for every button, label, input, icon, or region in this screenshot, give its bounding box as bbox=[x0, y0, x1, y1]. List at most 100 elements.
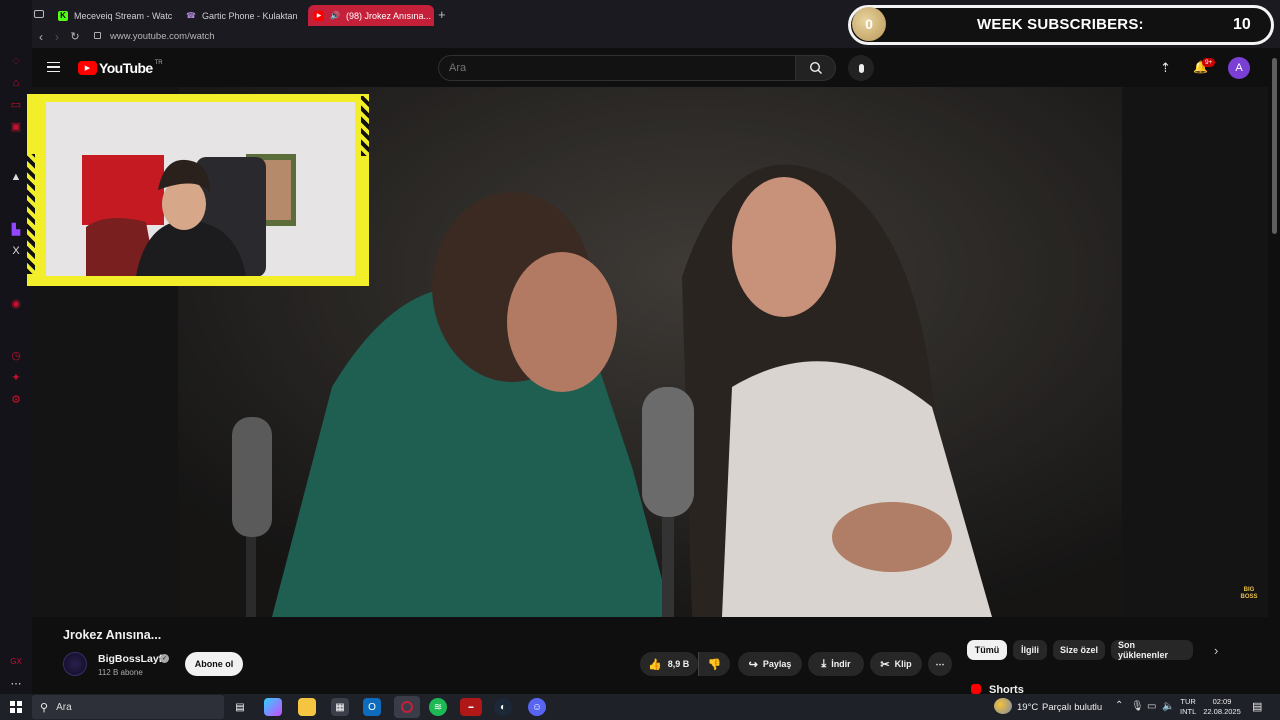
file-explorer-icon[interactable] bbox=[298, 698, 316, 716]
filter-chip-recent[interactable]: Son yüklenenler bbox=[1111, 640, 1193, 660]
weather-description[interactable]: Parçalı bulutlu bbox=[1042, 702, 1102, 713]
page-scrollbar[interactable] bbox=[1272, 58, 1277, 234]
tab-label: (98) Jrokez Anısına... bbox=[346, 10, 432, 21]
tab-kick-stream[interactable]: K Meceveiq Stream - Watch bbox=[52, 5, 172, 26]
share-label: Paylaş bbox=[762, 659, 792, 669]
webcam-image bbox=[82, 154, 296, 276]
outlook-icon[interactable]: O bbox=[363, 698, 381, 716]
sidebar-aria-icon[interactable]: ▲ bbox=[9, 170, 23, 184]
sidebar-history-icon[interactable]: ◷ bbox=[9, 348, 23, 362]
video-title: Jrokez Anısına... bbox=[63, 628, 162, 642]
copilot-icon[interactable] bbox=[264, 698, 282, 716]
tab-search-icon[interactable] bbox=[34, 10, 44, 18]
lock-icon bbox=[94, 32, 101, 39]
share-button[interactable]: ↪ Paylaş bbox=[738, 652, 802, 676]
volume-icon[interactable]: 🔈 bbox=[1162, 701, 1174, 712]
dislike-button[interactable]: 👎 bbox=[698, 652, 730, 676]
chevron-right-icon[interactable]: › bbox=[1214, 643, 1218, 658]
like-button[interactable]: 👍 8,9 B bbox=[640, 652, 698, 676]
channel-watermark: BIG BOSS bbox=[1240, 587, 1258, 600]
subscriber-count: 10 bbox=[1233, 16, 1251, 33]
download-label: İndir bbox=[831, 659, 851, 669]
sidebar-x-icon[interactable]: X bbox=[9, 244, 23, 258]
filter-chip-all[interactable]: Tümü bbox=[967, 640, 1007, 660]
youtube-logo-text: YouTube bbox=[99, 60, 153, 76]
clock[interactable]: 02:09 22.08.2025 bbox=[1202, 697, 1242, 717]
like-count: 8,9 B bbox=[667, 659, 690, 669]
weather-temp[interactable]: 19°C bbox=[1017, 702, 1038, 713]
sidebar-dot-icon[interactable]: ◌ bbox=[9, 54, 23, 68]
sidebar-more-icon[interactable]: ⋯ bbox=[9, 676, 23, 690]
kick-icon: K bbox=[58, 10, 68, 21]
discord-icon[interactable]: ☺ bbox=[528, 698, 546, 716]
download-icon: ⤓ bbox=[821, 657, 827, 670]
sidebar-bag-icon[interactable]: ⌂ bbox=[9, 76, 23, 90]
spotify-icon[interactable]: ≋ bbox=[429, 698, 447, 716]
channel-avatar[interactable] bbox=[63, 652, 87, 676]
opera-gx-taskbar-icon[interactable] bbox=[394, 696, 420, 718]
tab-youtube-video[interactable]: ▶ 🔊 (98) Jrokez Anısına... bbox=[308, 5, 434, 26]
streamer-app-icon[interactable]: ▬ bbox=[460, 698, 482, 716]
share-icon: ↪ bbox=[748, 658, 758, 671]
scissors-icon: ✂ bbox=[880, 658, 890, 671]
time: 02:09 bbox=[1212, 697, 1232, 706]
thumbs-down-icon: 👎 bbox=[707, 658, 722, 671]
more-actions-button[interactable]: ⋯ bbox=[928, 652, 952, 676]
avatar[interactable]: A bbox=[1228, 57, 1250, 79]
subscriber-title: WEEK SUBSCRIBERS: bbox=[977, 16, 1144, 33]
new-tab-button[interactable]: + bbox=[438, 7, 446, 22]
webcam-overlay bbox=[27, 94, 369, 286]
language-indicator[interactable]: TUR INTL bbox=[1180, 697, 1196, 717]
webcam-stripe-right bbox=[361, 96, 369, 156]
youtube-logo[interactable]: ▶ YouTube TR bbox=[78, 60, 163, 76]
voice-search-button[interactable] bbox=[848, 55, 874, 81]
phone-icon: ☎ bbox=[186, 11, 196, 20]
tray-chevron-icon[interactable]: ⌃ bbox=[1115, 700, 1123, 711]
subscribe-button[interactable]: Abone ol bbox=[185, 652, 243, 676]
store-icon[interactable]: ▦ bbox=[331, 698, 349, 716]
verified-icon: ✓ bbox=[160, 654, 169, 663]
taskbar-search[interactable]: ⚲ Ara bbox=[32, 695, 224, 719]
language-code: TUR bbox=[1180, 697, 1196, 706]
search-button[interactable] bbox=[796, 55, 836, 81]
shorts-icon bbox=[971, 684, 981, 694]
back-icon[interactable]: ‹ bbox=[34, 30, 48, 44]
sidebar-extensions-icon[interactable]: ✦ bbox=[9, 370, 23, 384]
subscriber-goal-bar: WEEK SUBSCRIBERS: 10 bbox=[848, 5, 1274, 45]
mic-tray-icon[interactable]: 🎙 bbox=[1131, 701, 1144, 712]
date: 22.08.2025 bbox=[1203, 707, 1241, 716]
task-view-icon[interactable]: ▤ bbox=[231, 698, 249, 716]
youtube-logo-icon: ▶ bbox=[78, 61, 97, 75]
channel-name[interactable]: BigBossLayf bbox=[98, 653, 162, 665]
search-input[interactable] bbox=[438, 55, 796, 81]
forward-icon[interactable]: › bbox=[50, 30, 64, 44]
sidebar-player-icon[interactable]: ◉ bbox=[9, 296, 23, 310]
sidebar-gx-icon[interactable]: GX bbox=[9, 654, 23, 668]
reload-icon[interactable]: ↻ bbox=[68, 30, 82, 44]
search-icon: ⚲ bbox=[40, 701, 49, 714]
notification-center-icon[interactable]: ▤ bbox=[1252, 700, 1262, 713]
mic-icon bbox=[858, 63, 864, 73]
steam-icon[interactable]: ◐ bbox=[494, 698, 512, 716]
speaker-icon[interactable]: 🔊 bbox=[330, 11, 340, 21]
network-icon[interactable]: ▭ bbox=[1147, 701, 1156, 712]
download-button[interactable]: ⤓ İndir bbox=[808, 652, 864, 676]
start-button[interactable] bbox=[10, 701, 22, 713]
sidebar-news-icon[interactable]: ▣ bbox=[9, 119, 23, 133]
filter-chip-for-you[interactable]: Size özel bbox=[1053, 640, 1105, 660]
upload-icon[interactable]: ⇡ bbox=[1160, 60, 1171, 76]
subscriber-coin: 0 bbox=[852, 7, 886, 41]
filter-chip-related[interactable]: İlgili bbox=[1013, 640, 1047, 660]
notification-badge: 9+ bbox=[1202, 58, 1216, 67]
tab-label: Meceveiq Stream - Watch bbox=[74, 10, 172, 21]
sidebar-tv-icon[interactable]: ▭ bbox=[9, 97, 23, 111]
sidebar-twitch-icon[interactable]: ▙ bbox=[9, 222, 23, 236]
tab-gartic-phone[interactable]: ☎ Gartic Phone - Kulaktan K bbox=[180, 5, 300, 26]
clip-button[interactable]: ✂ Klip bbox=[870, 652, 922, 676]
url-field[interactable]: www.youtube.com/watch bbox=[110, 31, 215, 42]
sidebar-settings-icon[interactable]: ⚙ bbox=[9, 392, 23, 406]
youtube-region: TR bbox=[154, 60, 163, 66]
webcam-stripe-left bbox=[27, 154, 35, 274]
menu-icon[interactable] bbox=[47, 62, 60, 72]
webcam-feed bbox=[46, 102, 355, 276]
